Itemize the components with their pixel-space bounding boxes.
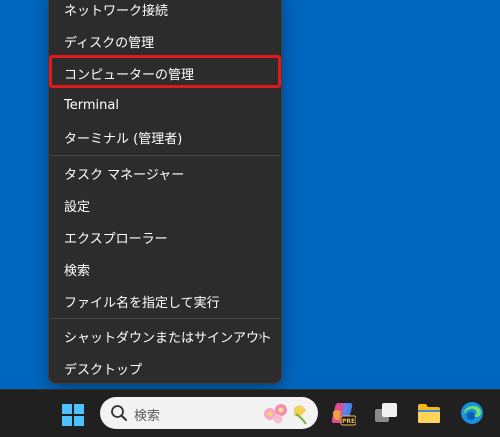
edge-icon[interactable] [459, 400, 485, 426]
menu-item-desktop[interactable]: デスクトップ [49, 353, 281, 383]
menu-item-shutdown-signout[interactable]: シャットダウンまたはサインアウト › [49, 321, 281, 351]
menu-item-settings[interactable]: 設定 [49, 190, 281, 220]
copilot-badge: PRE [342, 418, 355, 425]
search-icon [111, 405, 127, 421]
menu-item-terminal[interactable]: Terminal [49, 90, 281, 120]
menu-item-network-connections[interactable]: ネットワーク接続 [49, 0, 281, 24]
search-box[interactable]: 検索 [100, 397, 318, 429]
context-menu: ネットワーク接続 ディスクの管理 コンピューターの管理 Terminal ターミ… [48, 0, 282, 384]
menu-item-terminal-admin[interactable]: ターミナル (管理者) [49, 122, 281, 152]
flowers-icon [264, 404, 307, 425]
menu-item-run[interactable]: ファイル名を指定して実行 [49, 286, 281, 316]
menu-separator [50, 155, 280, 156]
menu-item-search[interactable]: 検索 [49, 254, 281, 284]
windows-start-icon[interactable] [62, 404, 84, 426]
menu-item-explorer[interactable]: エクスプローラー [49, 222, 281, 252]
copilot-pre-icon[interactable]: PRE [330, 400, 356, 426]
task-view-icon[interactable] [373, 400, 399, 426]
chevron-right-icon: › [258, 329, 263, 343]
menu-item-task-manager[interactable]: タスク マネージャー [49, 158, 281, 188]
highlight-box [49, 55, 281, 88]
menu-separator [50, 318, 280, 319]
file-explorer-icon[interactable] [416, 400, 442, 426]
menu-item-disk-management[interactable]: ディスクの管理 [49, 26, 281, 56]
search-placeholder: 検索 [134, 409, 161, 424]
taskbar: 検索 PRE [0, 389, 500, 437]
